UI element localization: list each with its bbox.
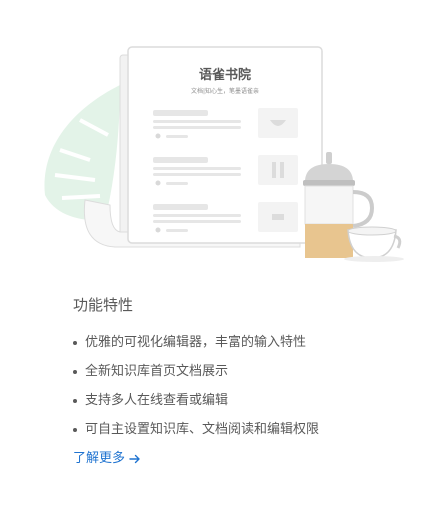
features-title: 功能特性 [73, 296, 134, 314]
learn-more-label: 了解更多 [73, 451, 126, 466]
learn-more-link[interactable]: 了解更多 [73, 446, 141, 472]
illustration: 语雀书院 文档|知心生，笔墨语雀亲 [0, 0, 442, 270]
feature-list: 优雅的可视化编辑器，丰富的输入特性 全新知识库首页文档展示 支持多人在线查看或编… [73, 328, 413, 444]
doc-title: 语雀书院 [198, 68, 251, 83]
leaf-icon [44, 85, 120, 221]
document-tea-illustration [44, 46, 404, 262]
feature-item: 优雅的可视化编辑器，丰富的输入特性 [73, 328, 413, 357]
arrow-right-icon [129, 454, 140, 464]
feature-item: 可自主设置知识库、文档阅读和编辑权限 [73, 415, 413, 444]
features-section: 功能特性 优雅的可视化编辑器，丰富的输入特性 全新知识库首页文档展示 支持多人在… [73, 292, 413, 472]
feature-item: 全新知识库首页文档展示 [73, 357, 413, 386]
doc-subtitle: 文档|知心生，笔墨语雀亲 [190, 88, 260, 95]
feature-item: 支持多人在线查看或编辑 [73, 386, 413, 415]
